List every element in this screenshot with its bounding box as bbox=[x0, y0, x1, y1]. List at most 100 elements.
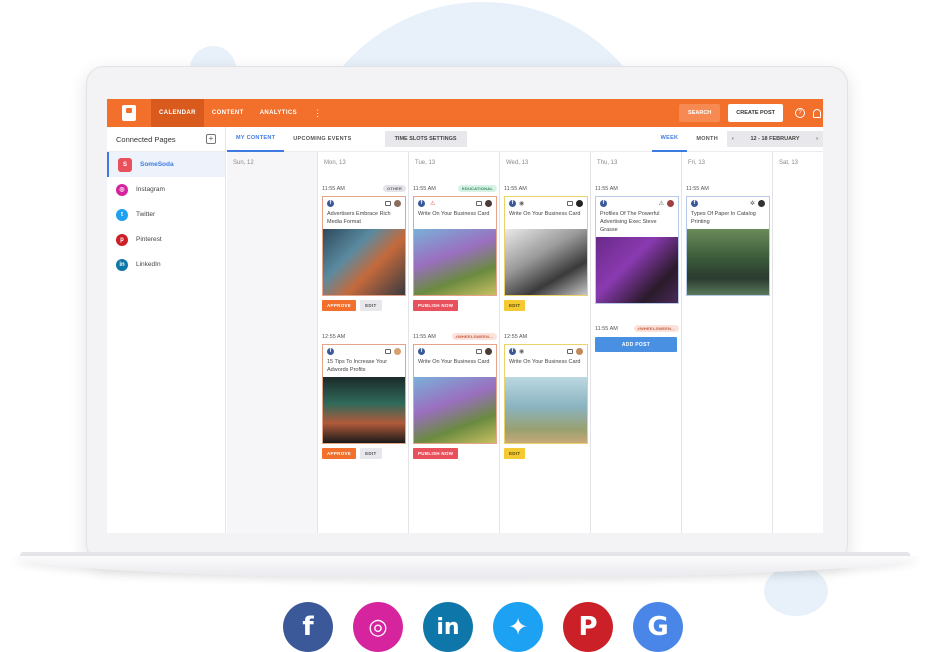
card-header: f ✲ bbox=[687, 197, 769, 209]
nav-analytics[interactable]: ANALYTICS bbox=[252, 99, 305, 127]
day-label: Fri, 13 bbox=[688, 160, 706, 166]
eye-icon: ◉ bbox=[519, 348, 525, 355]
google-icon[interactable]: G bbox=[633, 602, 683, 652]
post-time-row: 11:55 AM bbox=[595, 184, 679, 193]
comment-icon[interactable] bbox=[476, 200, 482, 206]
edit-button[interactable]: EDIT bbox=[504, 448, 526, 459]
post-actions: PUBLISH NOW bbox=[413, 448, 497, 459]
post-time-row: 11:55 AM bbox=[686, 184, 770, 193]
post-card[interactable]: f 15 Tips To Increase Your Adwords Profi… bbox=[322, 344, 406, 444]
sidebar-item-instagram[interactable]: ◎ Instagram bbox=[107, 177, 225, 202]
add-page-icon[interactable]: + bbox=[206, 134, 216, 144]
edit-button[interactable]: EDIT bbox=[360, 300, 382, 311]
content-tabbar: MY CONTENT UPCOMING EVENTS TIME SLOTS SE… bbox=[227, 127, 823, 152]
comment-icon[interactable] bbox=[385, 200, 391, 206]
post-card[interactable]: f ⚠ Profiles Of The Powerful Advertising… bbox=[595, 196, 679, 304]
card-tools bbox=[567, 347, 583, 355]
day-column-mon: Mon, 13 11:55 AM OTHER f Advertisers Emb… bbox=[318, 152, 409, 533]
next-week-icon[interactable]: › bbox=[816, 136, 818, 142]
sidebar-item-somesoda[interactable]: S SomeSoda bbox=[107, 152, 225, 177]
post-card[interactable]: f Advertisers Embrace Rich Media Format bbox=[322, 196, 406, 296]
approve-button[interactable]: APPROVE bbox=[322, 448, 357, 459]
post-card[interactable]: f ◉ Write On Your Business Card bbox=[504, 196, 588, 296]
top-nav-actions: SEARCH CREATE POST ? bbox=[679, 99, 823, 127]
help-icon[interactable]: ? bbox=[795, 108, 805, 118]
sidebar-item-linkedin[interactable]: in LinkedIn bbox=[107, 252, 225, 277]
facebook-icon: f bbox=[327, 347, 334, 355]
search-button[interactable]: SEARCH bbox=[679, 104, 721, 122]
edit-button[interactable]: EDIT bbox=[360, 448, 382, 459]
facebook-icon: f bbox=[509, 199, 516, 207]
day-column-wed: Wed, 13 11:55 AM f ◉ Write On Your Busin… bbox=[500, 152, 591, 533]
bell-icon[interactable] bbox=[813, 108, 821, 118]
post-time: 11:55 AM bbox=[595, 325, 618, 332]
logo-mark-icon bbox=[122, 105, 136, 121]
card-header: f bbox=[414, 345, 496, 357]
post-card[interactable]: f ⚠ Write On Your Business Card bbox=[413, 196, 497, 296]
post-time-row: 11:55 AM #WHEELSWEEN... bbox=[595, 324, 679, 333]
top-nav: CALENDAR CONTENT ANALYTICS ⋮ SEARCH CREA… bbox=[107, 99, 823, 127]
more-menu-icon[interactable]: ⋮ bbox=[305, 108, 330, 119]
sidebar-item-pinterest[interactable]: p Pinterest bbox=[107, 227, 225, 252]
facebook-icon: f bbox=[600, 199, 607, 207]
comment-icon[interactable] bbox=[567, 348, 573, 354]
create-post-button[interactable]: CREATE POST bbox=[728, 104, 783, 122]
day-label: Tue, 13 bbox=[415, 160, 436, 166]
post-card[interactable]: f ◉ Write On Your Business Card bbox=[504, 344, 588, 444]
post-title: Write On Your Business Card bbox=[418, 211, 490, 217]
tab-month[interactable]: MONTH bbox=[687, 127, 727, 152]
post-card[interactable]: f ✲ Types Of Paper In Catalog Printing bbox=[686, 196, 770, 296]
tab-week[interactable]: WEEK bbox=[651, 127, 688, 152]
nav-content[interactable]: CONTENT bbox=[204, 99, 252, 127]
edit-button[interactable]: EDIT bbox=[504, 300, 526, 311]
tab-upcoming-events[interactable]: UPCOMING EVENTS bbox=[284, 127, 360, 152]
app-logo[interactable] bbox=[107, 99, 151, 127]
day-label: Mon, 13 bbox=[324, 160, 346, 166]
facebook-icon: f bbox=[691, 199, 698, 207]
post-image bbox=[414, 229, 496, 295]
post-item: 12:55 AM f 15 Tips To Increase Your Adwo… bbox=[322, 332, 406, 459]
linkedin-icon[interactable]: in bbox=[423, 602, 473, 652]
post-image bbox=[414, 377, 496, 443]
comment-icon[interactable] bbox=[385, 348, 391, 354]
post-time: 11:55 AM bbox=[595, 185, 618, 192]
add-post-button[interactable]: ADD POST bbox=[595, 337, 677, 352]
card-tools bbox=[385, 347, 401, 355]
social-icons-row: f ◎ in ✦ P G bbox=[283, 602, 683, 652]
post-time-row: 11:55 AM bbox=[504, 184, 588, 193]
prev-week-icon[interactable]: ‹ bbox=[732, 136, 734, 142]
avatar bbox=[667, 199, 674, 207]
card-tools bbox=[476, 199, 492, 207]
publish-now-button[interactable]: PUBLISH NOW bbox=[413, 448, 459, 459]
post-actions: APPROVE EDIT bbox=[322, 448, 406, 459]
card-header: f bbox=[323, 197, 405, 209]
approve-button[interactable]: APPROVE bbox=[322, 300, 357, 311]
facebook-icon[interactable]: f bbox=[283, 602, 333, 652]
post-item: 11:55 AM OTHER f Advertisers Embrace Ric… bbox=[322, 184, 406, 311]
day-label: Thu, 13 bbox=[597, 160, 618, 166]
publish-now-button[interactable]: PUBLISH NOW bbox=[413, 300, 459, 311]
calendar-grid: Sun, 12 Mon, 13 11:55 AM OTHER f Adverti… bbox=[227, 152, 823, 533]
pinterest-icon[interactable]: P bbox=[563, 602, 613, 652]
tab-my-content[interactable]: MY CONTENT bbox=[227, 127, 285, 152]
avatar bbox=[485, 199, 492, 207]
post-actions: PUBLISH NOW bbox=[413, 300, 497, 311]
post-item: 11:55 AM f ◉ Write On Your Business Card… bbox=[504, 184, 588, 311]
post-time-row: 11:55 AM EDUCATIONAL bbox=[413, 184, 497, 193]
instagram-icon[interactable]: ◎ bbox=[353, 602, 403, 652]
facebook-icon: f bbox=[509, 347, 516, 355]
sidebar-item-twitter[interactable]: t Twitter bbox=[107, 202, 225, 227]
post-time: 11:55 AM bbox=[504, 185, 527, 192]
day-label: Sun, 12 bbox=[233, 160, 254, 166]
post-actions: EDIT bbox=[504, 300, 588, 311]
post-card[interactable]: f Write On Your Business Card bbox=[413, 344, 497, 444]
comment-icon[interactable] bbox=[476, 348, 482, 354]
post-tag: #WHEELSWEEN... bbox=[451, 333, 497, 340]
time-slots-settings-button[interactable]: TIME SLOTS SETTINGS bbox=[384, 131, 467, 147]
nav-calendar[interactable]: CALENDAR bbox=[151, 99, 204, 127]
card-tools: ⚠ bbox=[658, 199, 674, 207]
post-image bbox=[323, 229, 405, 295]
comment-icon[interactable] bbox=[567, 200, 573, 206]
warning-icon: ⚠ bbox=[658, 200, 664, 207]
twitter-icon[interactable]: ✦ bbox=[493, 602, 543, 652]
